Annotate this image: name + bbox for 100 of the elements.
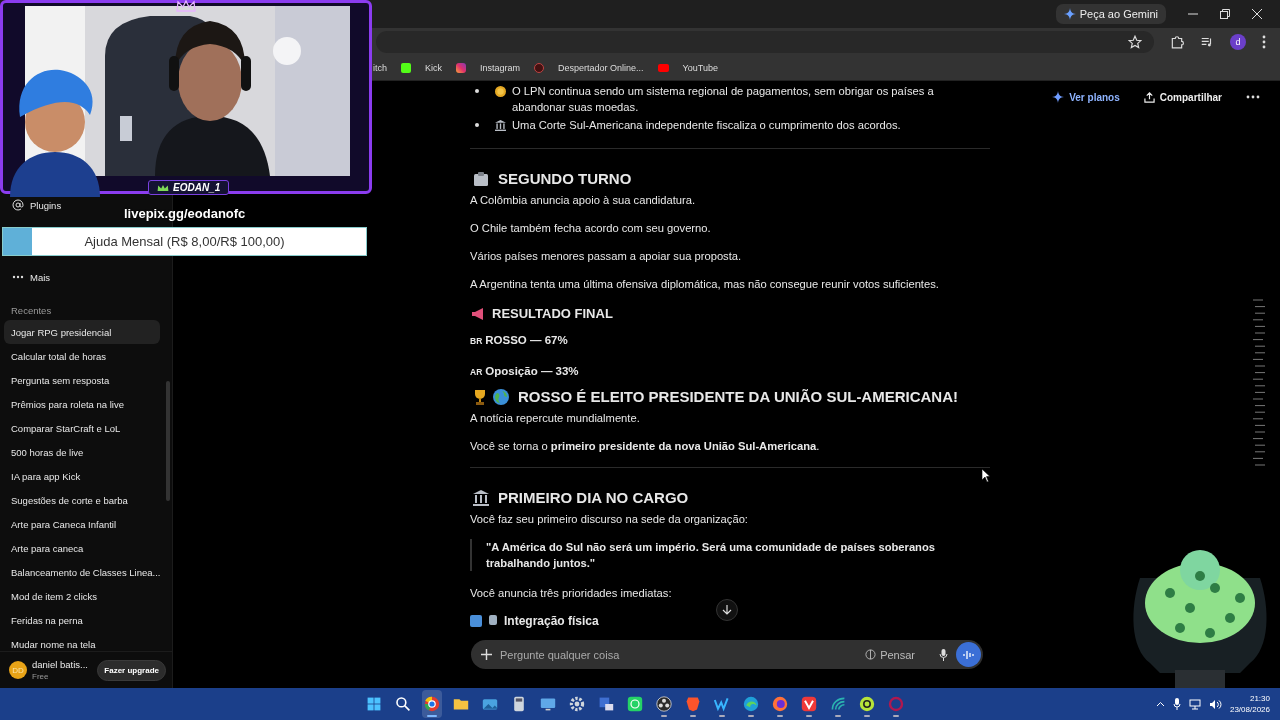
time-text: 21:30	[1249, 693, 1270, 704]
settings-icon	[569, 696, 585, 712]
chat-history-item[interactable]: Pergunta sem resposta	[4, 368, 160, 392]
date-text: 23/08/2026	[1229, 704, 1270, 715]
bookmark-star-icon[interactable]	[1128, 35, 1142, 49]
profile-avatar[interactable]: d	[1230, 34, 1246, 50]
computer-icon	[598, 696, 614, 712]
share-icon	[1143, 91, 1155, 103]
quote-text: "A América do Sul não será um império. Será uma comunidade de países soberanos trabalhando juntos."	[470, 539, 990, 571]
browser-icon	[772, 696, 788, 712]
bank-building-icon	[495, 120, 506, 131]
megaphone-icon	[471, 308, 485, 320]
chevron-up-icon[interactable]	[1155, 701, 1165, 707]
monitor-icon	[540, 696, 556, 712]
chat-history-item[interactable]: Balanceamento de Classes Linea...	[4, 560, 160, 584]
think-button[interactable]: Pensar	[859, 647, 921, 662]
chat-history-item[interactable]: IA para app Kick	[4, 464, 160, 488]
chat-history-item[interactable]: Sugestões de corte e barba	[4, 488, 160, 512]
chat-history-item[interactable]: Feridas na perna	[4, 608, 160, 632]
paragraph: Vários países menores passam a apoiar sua proposta.	[470, 249, 743, 264]
bookmark-link[interactable]: itch	[373, 63, 387, 73]
target-icon	[859, 696, 875, 712]
waveform-icon	[963, 649, 974, 660]
at-sign-icon	[12, 199, 24, 211]
photos-icon	[482, 696, 498, 712]
trophy-icon	[473, 389, 487, 405]
chat-icon	[627, 696, 643, 712]
result-text: Oposição — 33%	[485, 364, 579, 379]
bookmark-link[interactable]: YouTube	[682, 63, 718, 73]
clock[interactable]: 21:30 23/08/2026	[1229, 693, 1270, 715]
microphone-icon[interactable]	[1172, 698, 1181, 710]
streamer-name: EODAN_1	[173, 182, 221, 193]
paragraph: A Colômbia anuncia apoio à sua candidatura.	[470, 193, 697, 208]
paragraph: Você se torna o primeiro presidente da nova União Sul-Americana.	[470, 439, 821, 454]
more-icon	[12, 275, 24, 279]
network-icon[interactable]	[1188, 698, 1201, 710]
result-text: ROSSO — 67%	[485, 333, 568, 348]
user-name: daniel batis...	[32, 659, 88, 670]
plans-button[interactable]: Ver planos	[1052, 91, 1120, 103]
plan-label: Free	[32, 672, 49, 681]
bookmark-link[interactable]: Despertador Online...	[558, 63, 644, 73]
search-icon	[395, 696, 411, 712]
flag-code: AR	[470, 366, 483, 379]
upgrade-button[interactable]: Fazer upgrade	[97, 659, 166, 681]
arrow-down-icon	[722, 605, 732, 615]
conversation-markers-icon[interactable]	[1253, 297, 1265, 469]
browser-icon	[743, 696, 759, 712]
paragraph: Você anuncia três prioridades imediatas:	[470, 586, 673, 601]
scroll-down-button[interactable]	[716, 599, 738, 621]
section-heading: SEGUNDO TURNO	[498, 169, 632, 189]
speaker-icon[interactable]	[1208, 698, 1222, 710]
paragraph: O Chile também fecha acordo com seu governo.	[470, 221, 712, 236]
voice-mode-button[interactable]	[956, 642, 981, 667]
ring-icon	[888, 696, 904, 712]
menu-icon[interactable]	[1246, 95, 1260, 99]
bookmark-link[interactable]: Kick	[425, 63, 443, 73]
media-list-icon[interactable]	[1200, 35, 1214, 49]
scrollbar-thumb[interactable]	[166, 381, 170, 501]
close-icon[interactable]	[1252, 9, 1262, 19]
clock-icon	[534, 63, 545, 73]
chat-history-item[interactable]: Mudar nome na tela	[4, 632, 160, 651]
sparkle-icon	[1052, 91, 1065, 103]
bookmark-link[interactable]: Instagram	[480, 63, 521, 73]
gemini-button[interactable]: Peça ao Gemini	[1055, 4, 1166, 24]
restore-icon[interactable]	[1220, 9, 1230, 19]
chat-history-item[interactable]: Mod de item 2 clicks	[4, 584, 160, 608]
kick-logo-icon	[401, 63, 411, 73]
browser-icon	[801, 696, 817, 712]
crown-icon	[157, 183, 169, 192]
bank-building-icon	[473, 490, 489, 506]
microphone-icon[interactable]	[939, 648, 948, 661]
plus-icon[interactable]	[481, 649, 492, 660]
section-heading: Recentes	[11, 305, 53, 316]
taskbar-button[interactable]	[422, 690, 442, 718]
chat-history-item[interactable]: Prêmios para roleta na live	[4, 392, 160, 416]
camera-icon	[456, 63, 467, 73]
chat-history-item[interactable]: Jogar RPG presidencial	[4, 320, 160, 344]
section-heading: ROSSO É ELEITO PRESIDENTE DA UNIÃO SUL-AMERICANA!	[518, 387, 959, 407]
folder-icon	[453, 696, 469, 712]
flag-code: BR	[470, 335, 483, 348]
sidebar-item[interactable]: Mais	[0, 269, 172, 285]
chat-history-item[interactable]: 500 horas de live	[4, 440, 160, 464]
sparkle-icon	[1063, 8, 1076, 20]
paragraph: Você faz seu primeiro discurso na sede da organização:	[470, 512, 749, 527]
goal-text: Ajuda Mensal (R$ 8,00/R$ 100,00)	[84, 234, 285, 249]
record-icon	[656, 696, 672, 712]
clipboard-icon	[473, 171, 489, 187]
browser-icon	[424, 696, 440, 712]
play-icon	[657, 64, 669, 72]
chat-history-item[interactable]: Comparar StarCraft e LoL	[4, 416, 160, 440]
message-composer[interactable]: Pergunte qualquer coisa Pensar	[471, 640, 983, 669]
share-button[interactable]: Compartilhar	[1143, 91, 1222, 103]
chat-history-item[interactable]: Calcular total de horas	[4, 344, 160, 368]
crown-icon	[176, 0, 196, 12]
globe-icon	[493, 389, 509, 405]
section-heading: PRIMEIRO DIA NO CARGO	[498, 488, 689, 508]
chat-history-item[interactable]: Arte para caneca	[4, 536, 160, 560]
chat-history-item[interactable]: Arte para Caneca Infantil	[4, 512, 160, 536]
puzzle-icon[interactable]	[1170, 35, 1184, 49]
menu-icon[interactable]	[1262, 35, 1266, 49]
